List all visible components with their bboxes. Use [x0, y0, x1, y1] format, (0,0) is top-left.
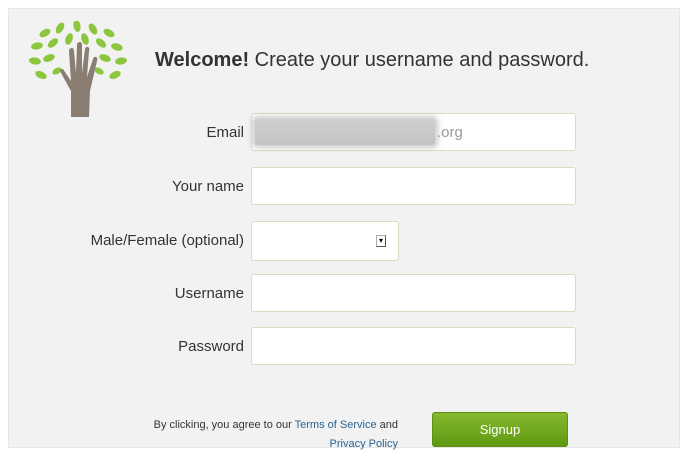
- name-row: Your name: [9, 167, 681, 207]
- username-label: Username: [174, 285, 244, 302]
- name-label: Your name: [172, 178, 244, 195]
- name-field[interactable]: [251, 167, 576, 205]
- signup-card: Welcome! Create your username and passwo…: [8, 8, 680, 448]
- terms-notice: By clicking, you agree to our Terms of S…: [120, 416, 398, 454]
- signup-button[interactable]: Signup: [432, 412, 568, 447]
- terms-prefix: By clicking, you agree to our: [153, 419, 295, 431]
- password-row: Password: [9, 327, 681, 367]
- privacy-link[interactable]: Privacy Policy: [330, 438, 398, 450]
- welcome-heading: Welcome! Create your username and passwo…: [155, 49, 589, 72]
- terms-and: and: [376, 419, 398, 431]
- password-field[interactable]: [251, 327, 576, 365]
- email-row: Email .org: [9, 113, 681, 153]
- username-field[interactable]: [251, 274, 576, 312]
- gender-select[interactable]: ▾: [251, 221, 399, 261]
- welcome-text: Create your username and password.: [249, 49, 590, 71]
- welcome-strong: Welcome!: [155, 49, 250, 71]
- gender-label: Male/Female (optional): [90, 232, 244, 249]
- password-label: Password: [178, 338, 244, 355]
- gender-row: Male/Female (optional) ▾: [9, 221, 681, 261]
- tree-hand-logo-icon: [29, 21, 127, 117]
- email-suffix-text: .org: [437, 124, 463, 141]
- terms-link[interactable]: Terms of Service: [295, 419, 377, 431]
- dropdown-arrow-icon[interactable]: ▾: [376, 235, 386, 247]
- username-row: Username: [9, 274, 681, 314]
- email-label: Email: [206, 124, 244, 141]
- email-redacted-blur: [255, 119, 435, 145]
